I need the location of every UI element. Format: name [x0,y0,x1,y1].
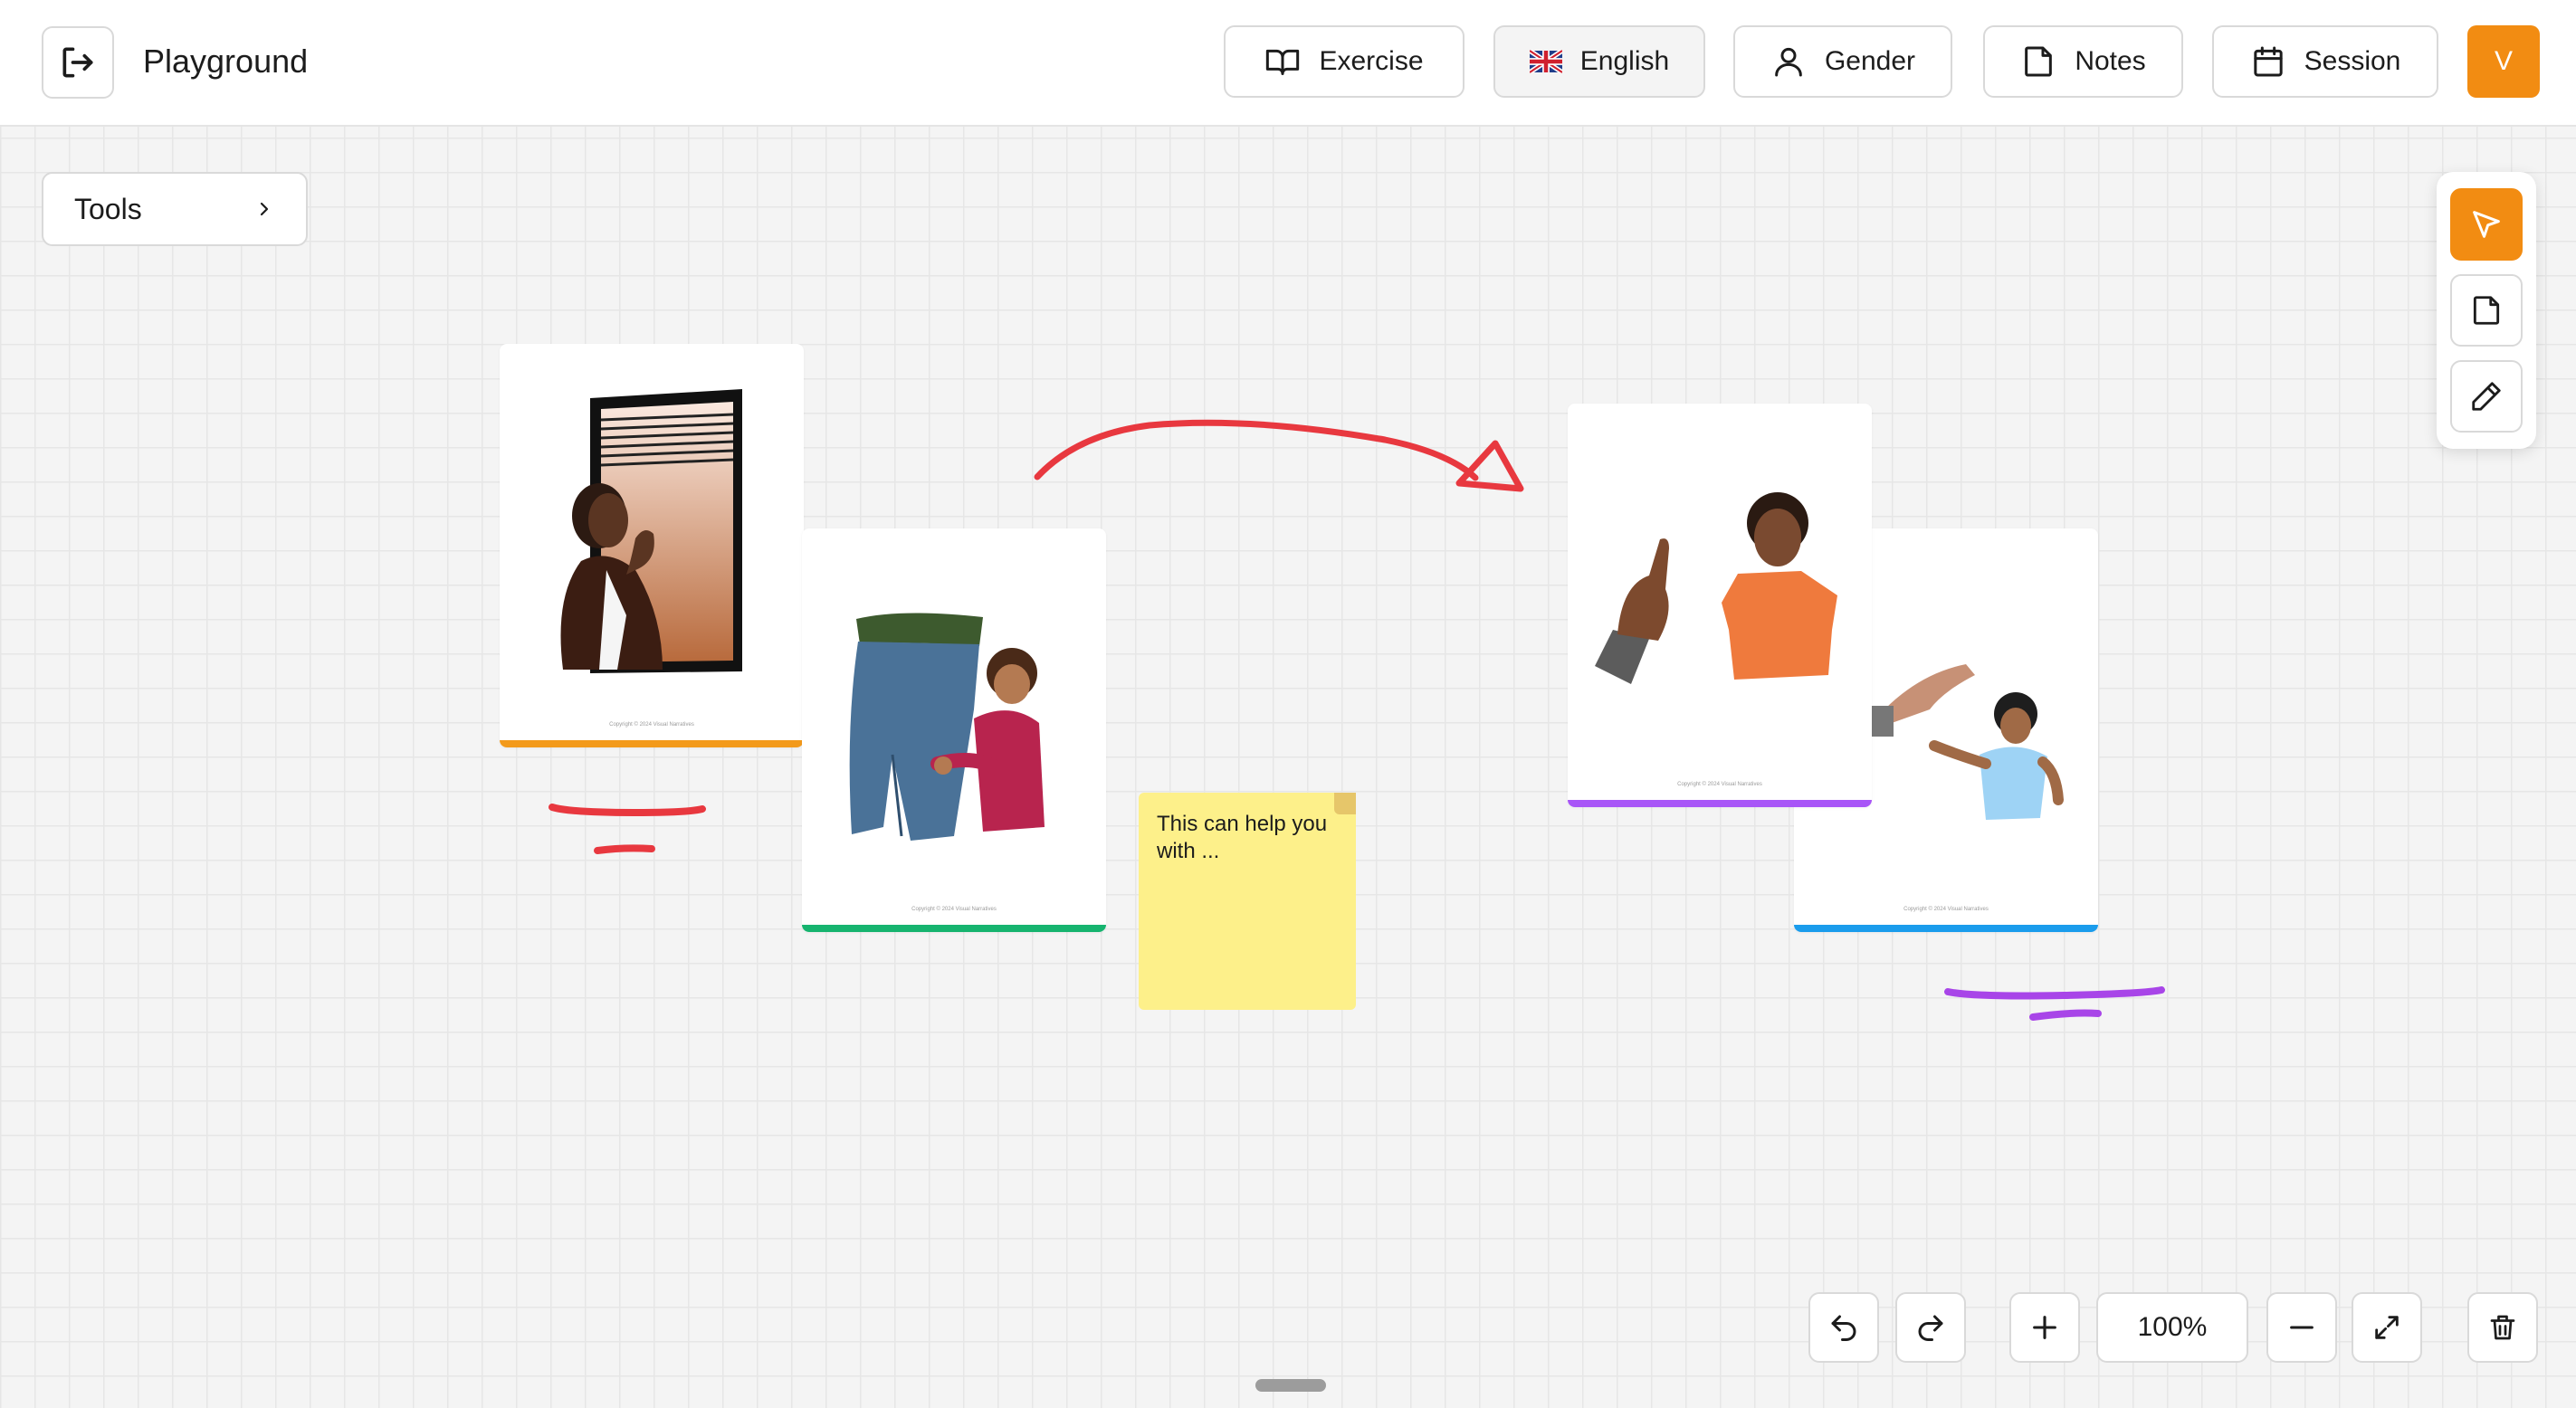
purple-underline-stroke[interactable] [1944,986,2165,1000]
bottom-drawer-handle[interactable] [1255,1379,1326,1392]
zoom-in-button[interactable] [2009,1292,2080,1363]
redo-icon [1918,1315,1943,1341]
delete-button[interactable] [2467,1292,2538,1363]
fit-to-screen-button[interactable] [2352,1292,2422,1363]
zoom-out-button[interactable] [2266,1292,2337,1363]
red-underline-stroke[interactable] [549,804,706,817]
trash-icon [2490,1315,2515,1340]
expand-icon [2375,1316,2399,1339]
redo-button[interactable] [1895,1292,1966,1363]
purple-underline-stroke[interactable] [2029,1009,2102,1021]
undo-icon [1831,1315,1856,1341]
undo-button[interactable] [1808,1292,1879,1363]
zoom-level-display[interactable]: 100% [2096,1292,2248,1363]
red-arrow-stroke[interactable] [1034,419,1479,481]
ink-strokes-layer [549,419,2165,1021]
red-underline-stroke[interactable] [594,844,655,854]
minus-icon [2290,1326,2314,1329]
red-arrowhead-stroke[interactable] [1455,440,1524,492]
plus-icon [2033,1316,2056,1339]
